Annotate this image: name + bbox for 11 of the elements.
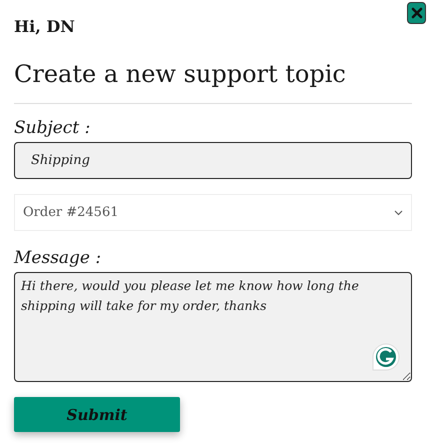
chevron-icon [394,210,403,216]
order-select[interactable]: Order #24561 [14,194,412,231]
message-label: Message : [14,247,102,270]
message-field[interactable]: Hi there, would you please let me know how long the shipping will take for my order, thanks [14,272,412,382]
greeting: Hi, DN [14,17,76,38]
subject-label: Subject : [14,117,92,140]
close-icon [410,7,422,19]
close-button[interactable] [407,2,426,24]
subject-field[interactable]: Shipping [14,142,412,179]
submit-button[interactable]: Submit [14,397,180,432]
page-title: Create a new support topic [14,59,347,90]
